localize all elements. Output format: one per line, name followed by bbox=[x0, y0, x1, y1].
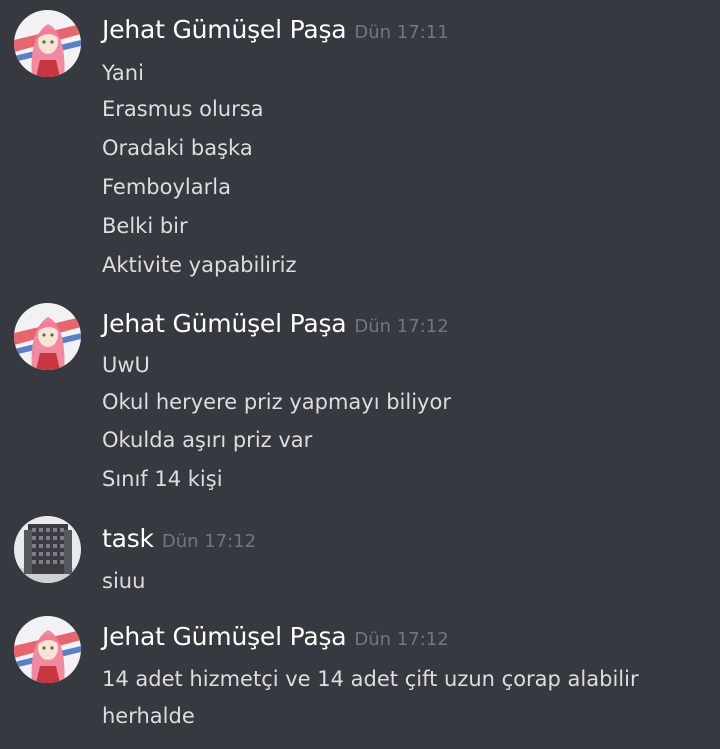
message-line: UwU bbox=[102, 353, 150, 377]
user-avatar[interactable] bbox=[14, 10, 81, 77]
message-line: Erasmus olursa bbox=[102, 97, 264, 121]
message-line: Sınıf 14 kişi bbox=[102, 467, 223, 491]
anime-girl-avatar-icon bbox=[14, 10, 81, 77]
message-header: Jehat Gümüşel Paşa Dün 17:11 bbox=[102, 15, 449, 44]
message-line: 14 adet hizmetçi ve 14 adet çift uzun ço… bbox=[102, 667, 639, 728]
username[interactable]: task bbox=[102, 524, 154, 553]
message-line: Femboylarla bbox=[102, 175, 231, 199]
message-header: task Dün 17:12 bbox=[102, 524, 256, 553]
anime-girl-avatar-icon bbox=[14, 303, 81, 370]
message-line: Oradaki başka bbox=[102, 136, 253, 160]
building-avatar-icon bbox=[14, 516, 81, 583]
message-line: Aktivite yapabiliriz bbox=[102, 253, 297, 277]
message-line: Okul heryere priz yapmayı biliyor bbox=[102, 390, 451, 414]
username[interactable]: Jehat Gümüşel Paşa bbox=[102, 309, 347, 338]
timestamp: Dün 17:12 bbox=[354, 316, 449, 337]
chat-message-list: Jehat Gümüşel Paşa Dün 17:11 Yani Erasmus… bbox=[0, 0, 720, 749]
timestamp: Dün 17:12 bbox=[354, 629, 449, 650]
anime-girl-avatar-icon bbox=[14, 616, 81, 683]
message-line: siuu bbox=[102, 569, 146, 593]
user-avatar[interactable] bbox=[14, 516, 81, 583]
message-line: Yani bbox=[102, 61, 144, 85]
message-header: Jehat Gümüşel Paşa Dün 17:12 bbox=[102, 622, 449, 651]
user-avatar[interactable] bbox=[14, 616, 81, 683]
timestamp: Dün 17:11 bbox=[354, 22, 449, 43]
message-line: Belki bir bbox=[102, 214, 188, 238]
username[interactable]: Jehat Gümüşel Paşa bbox=[102, 622, 347, 651]
username[interactable]: Jehat Gümüşel Paşa bbox=[102, 15, 347, 44]
message-line: Okulda aşırı priz var bbox=[102, 428, 313, 452]
timestamp: Dün 17:12 bbox=[161, 531, 257, 552]
user-avatar[interactable] bbox=[14, 303, 81, 370]
message-header: Jehat Gümüşel Paşa Dün 17:12 bbox=[102, 309, 449, 338]
